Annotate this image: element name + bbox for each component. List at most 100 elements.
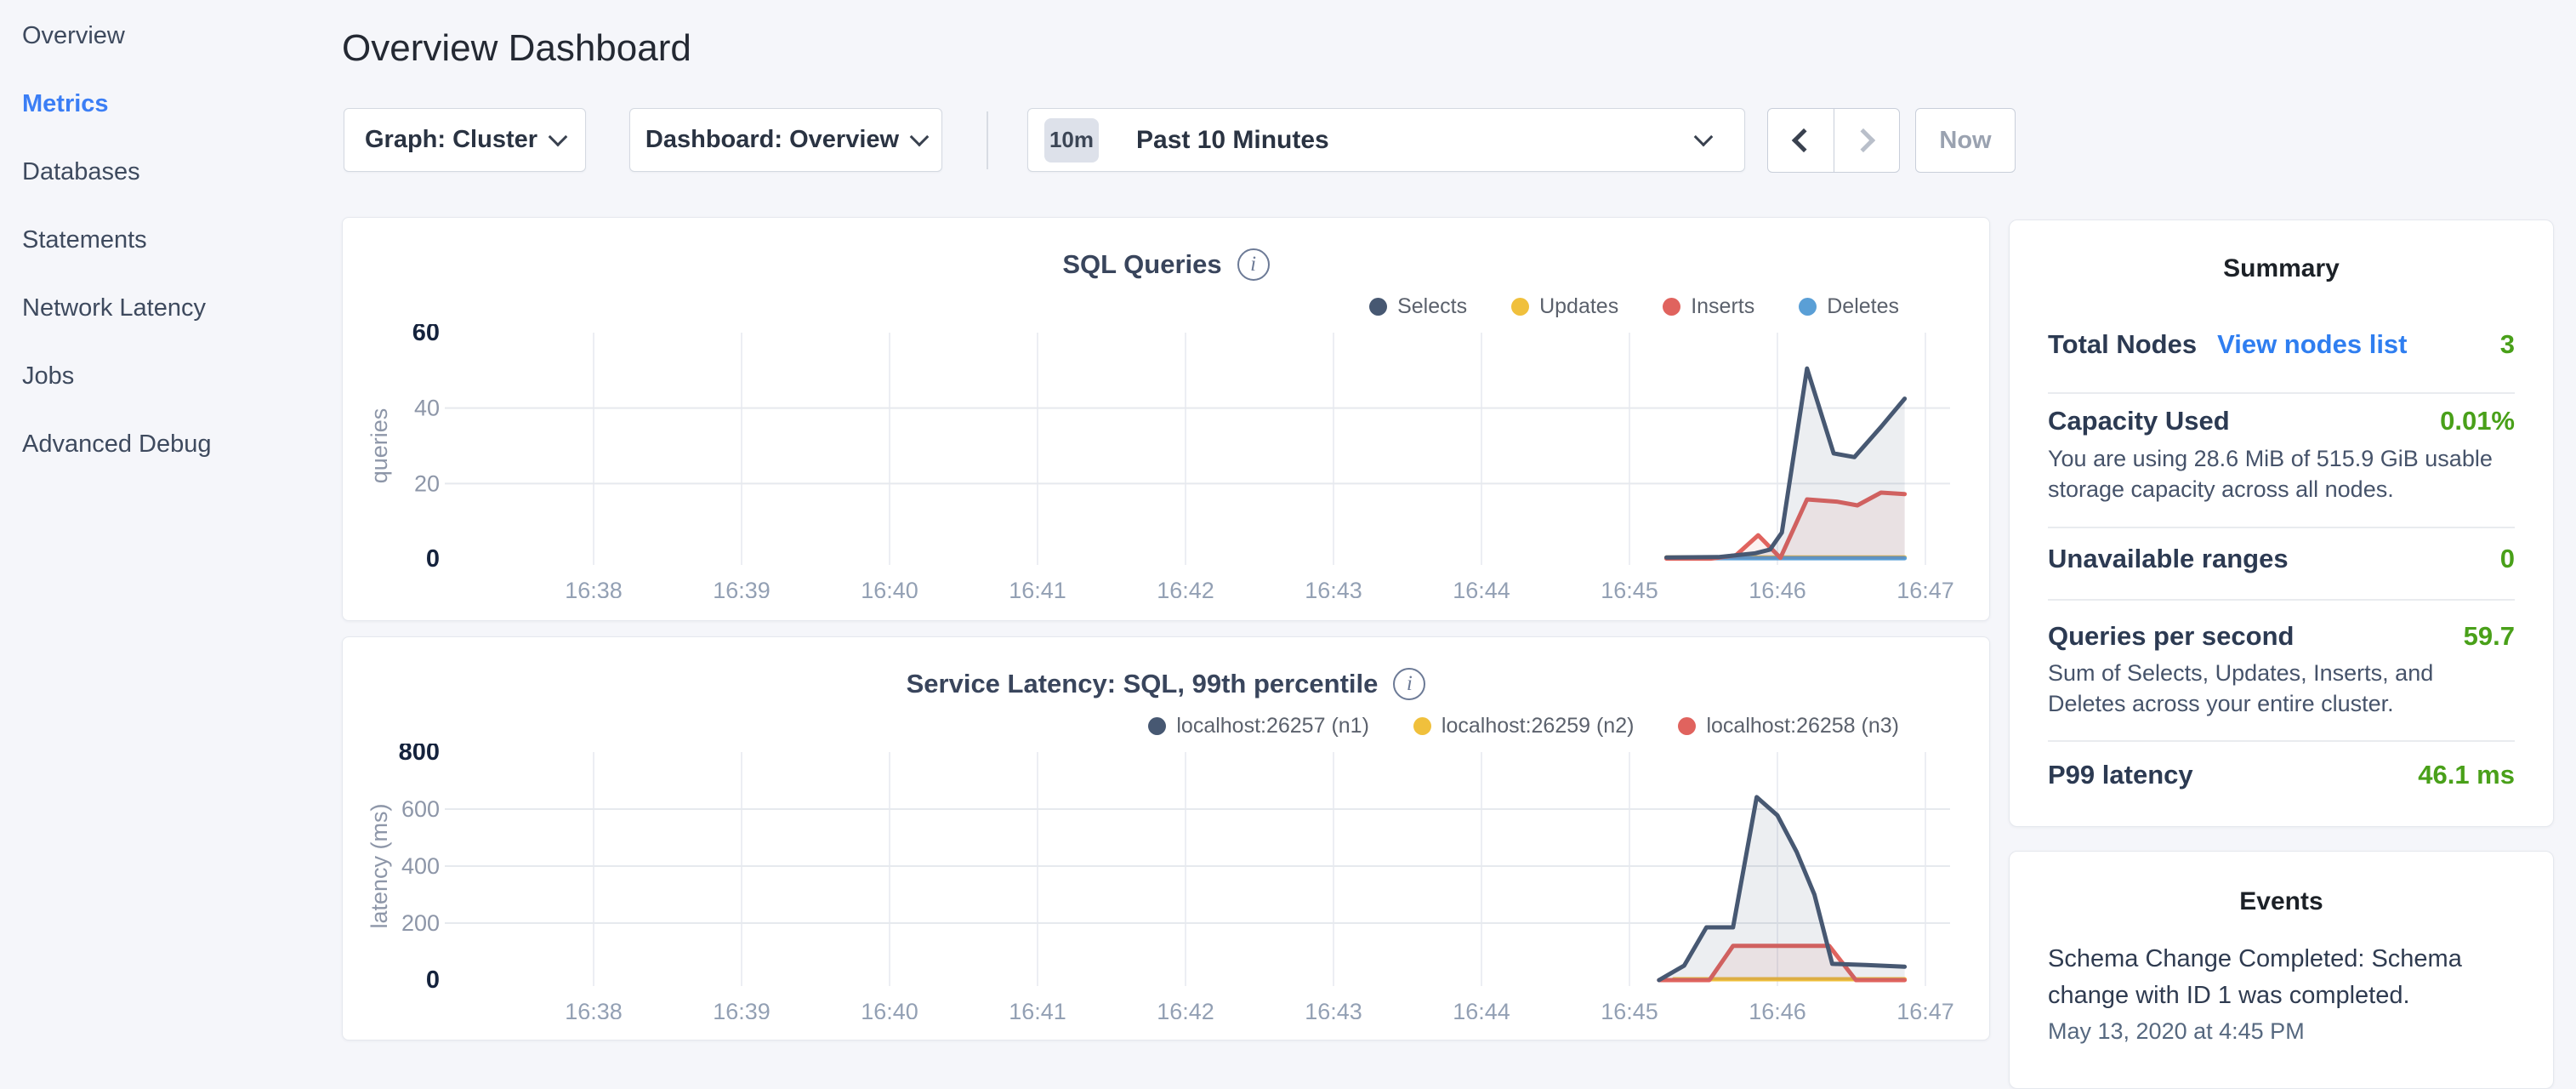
legend-dot-icon: [1799, 298, 1817, 316]
svg-text:16:42: 16:42: [1157, 578, 1214, 598]
legend-dot-icon: [1148, 717, 1166, 735]
sidebar-item-metrics[interactable]: Metrics: [0, 70, 340, 138]
event-timestamp: May 13, 2020 at 4:45 PM: [2048, 1018, 2305, 1045]
svg-text:200: 200: [401, 910, 440, 936]
toolbar-divider: [987, 111, 988, 169]
graph-dropdown-label: Graph: Cluster: [365, 126, 537, 154]
legend-label: localhost:26258 (n3): [1706, 714, 1899, 738]
chart-title: SQL Queries: [1062, 249, 1221, 280]
total-nodes-value: 3: [2500, 329, 2515, 360]
page-title: Overview Dashboard: [342, 27, 691, 70]
svg-text:16:39: 16:39: [713, 999, 771, 1019]
sidebar-item-databases[interactable]: Databases: [0, 138, 340, 206]
queries-per-second-label: Queries per second: [2048, 621, 2294, 652]
step-forward-button[interactable]: [1834, 109, 1900, 172]
sidebar-item-overview[interactable]: Overview: [0, 2, 340, 70]
svg-text:16:38: 16:38: [565, 578, 623, 598]
svg-text:16:47: 16:47: [1896, 999, 1954, 1019]
chevron-left-icon: [1792, 128, 1816, 152]
svg-text:16:43: 16:43: [1305, 578, 1362, 598]
legend-label: localhost:26259 (n2): [1442, 714, 1635, 738]
svg-text:16:38: 16:38: [565, 999, 623, 1019]
sidebar-item-advanced-debug[interactable]: Advanced Debug: [0, 410, 340, 478]
svg-text:16:43: 16:43: [1305, 999, 1362, 1019]
legend-item[interactable]: Inserts: [1663, 294, 1754, 319]
legend-dot-icon: [1663, 298, 1680, 316]
step-back-button[interactable]: [1768, 109, 1834, 172]
latency-chart[interactable]: 16:3816:3916:4016:4116:4216:4316:4416:45…: [367, 744, 1965, 1019]
p99-latency-label: P99 latency: [2048, 760, 2193, 790]
svg-text:0: 0: [426, 545, 440, 573]
svg-text:16:46: 16:46: [1749, 999, 1806, 1019]
svg-text:400: 400: [401, 853, 440, 879]
chevron-down-icon: [549, 127, 568, 146]
sql-queries-panel: SQL Queries i Selects Updates Inserts Delet…: [342, 217, 1990, 621]
dashboard-dropdown[interactable]: Dashboard: Overview: [629, 108, 942, 172]
legend-dot-icon: [1413, 717, 1431, 735]
svg-text:16:44: 16:44: [1453, 999, 1510, 1019]
info-icon[interactable]: i: [1393, 668, 1425, 700]
info-icon[interactable]: i: [1237, 248, 1270, 281]
sidebar-item-network-latency[interactable]: Network Latency: [0, 274, 340, 342]
sidebar-item-statements[interactable]: Statements: [0, 206, 340, 274]
svg-text:40: 40: [414, 396, 440, 421]
capacity-used-label: Capacity Used: [2048, 406, 2230, 436]
legend-item[interactable]: Selects: [1369, 294, 1467, 319]
now-button[interactable]: Now: [1915, 108, 2016, 173]
capacity-used-value: 0.01%: [2440, 406, 2515, 436]
sql-queries-chart[interactable]: 16:3816:3916:4016:4116:4216:4316:4416:45…: [367, 324, 1965, 598]
svg-text:16:46: 16:46: [1749, 578, 1806, 598]
event-item[interactable]: Schema Change Completed: Schema change w…: [2048, 941, 2520, 1014]
summary-card: Summary Total Nodes View nodes list 3 Ca…: [2009, 220, 2554, 827]
legend-item[interactable]: localhost:26258 (n3): [1678, 714, 1899, 738]
svg-text:queries: queries: [367, 408, 392, 484]
svg-text:16:45: 16:45: [1601, 578, 1658, 598]
view-nodes-list-link[interactable]: View nodes list: [2217, 329, 2407, 360]
divider: [2048, 740, 2515, 742]
dashboard-dropdown-label: Dashboard: Overview: [645, 126, 899, 154]
svg-text:16:41: 16:41: [1009, 999, 1066, 1019]
legend-label: Deletes: [1827, 294, 1899, 319]
time-range-badge: 10m: [1044, 118, 1099, 162]
queries-per-second-subtext: Sum of Selects, Updates, Inserts, and De…: [2048, 658, 2511, 719]
svg-text:16:40: 16:40: [861, 578, 918, 598]
unavailable-ranges-label: Unavailable ranges: [2048, 544, 2289, 574]
events-card: Events Schema Change Completed: Schema c…: [2009, 851, 2554, 1089]
svg-text:latency (ms): latency (ms): [367, 803, 392, 928]
total-nodes-label: Total Nodes: [2048, 329, 2197, 360]
chart-title: Service Latency: SQL, 99th percentile: [907, 669, 1379, 699]
legend-item[interactable]: localhost:26257 (n1): [1148, 714, 1369, 738]
sidebar: Overview Metrics Databases Statements Ne…: [0, 0, 340, 1052]
legend-dot-icon: [1678, 717, 1696, 735]
divider: [2048, 527, 2515, 528]
legend-label: Inserts: [1691, 294, 1754, 319]
time-range-label: Past 10 Minutes: [1136, 126, 1329, 155]
svg-text:16:39: 16:39: [713, 578, 771, 598]
chart-legend: Selects Updates Inserts Deletes: [1369, 294, 1899, 319]
time-range-dropdown[interactable]: 10m Past 10 Minutes: [1027, 108, 1745, 172]
svg-text:16:47: 16:47: [1896, 578, 1954, 598]
service-latency-panel: Service Latency: SQL, 99th percentile i …: [342, 636, 1990, 1041]
svg-text:16:45: 16:45: [1601, 999, 1658, 1019]
legend-label: Selects: [1397, 294, 1467, 319]
svg-text:16:42: 16:42: [1157, 999, 1214, 1019]
svg-text:20: 20: [414, 470, 440, 496]
time-step-buttons: [1767, 108, 1900, 173]
p99-latency-value: 46.1 ms: [2418, 760, 2515, 790]
events-title: Events: [2010, 887, 2553, 916]
svg-text:60: 60: [412, 324, 440, 346]
summary-title: Summary: [2010, 254, 2553, 283]
svg-text:0: 0: [426, 966, 440, 994]
queries-per-second-value: 59.7: [2464, 621, 2515, 652]
legend-label: Updates: [1539, 294, 1618, 319]
legend-label: localhost:26257 (n1): [1176, 714, 1369, 738]
legend-item[interactable]: Updates: [1511, 294, 1618, 319]
svg-text:16:44: 16:44: [1453, 578, 1510, 598]
legend-item[interactable]: Deletes: [1799, 294, 1899, 319]
svg-text:600: 600: [401, 796, 440, 822]
capacity-used-subtext: You are using 28.6 MiB of 515.9 GiB usab…: [2048, 443, 2511, 505]
graph-dropdown[interactable]: Graph: Cluster: [344, 108, 586, 172]
sidebar-item-jobs[interactable]: Jobs: [0, 342, 340, 410]
chevron-down-icon: [1694, 127, 1714, 146]
legend-item[interactable]: localhost:26259 (n2): [1413, 714, 1635, 738]
